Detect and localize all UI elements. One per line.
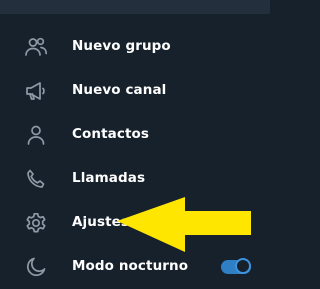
contact-icon: [22, 124, 50, 146]
menu-item-contacts[interactable]: Contactos: [0, 113, 270, 157]
menu-item-label: Contactos: [72, 126, 150, 142]
header-strip: [0, 0, 270, 14]
moon-icon: [22, 256, 50, 278]
megaphone-icon: [22, 80, 50, 102]
annotation-arrow-icon: [117, 197, 251, 252]
menu-item-label: Nuevo canal: [72, 82, 167, 98]
menu-item-label: Llamadas: [72, 170, 146, 186]
phone-icon: [22, 168, 50, 190]
group-icon: [22, 36, 50, 58]
menu-item-calls[interactable]: Llamadas: [0, 157, 270, 201]
toggle-knob: [235, 258, 251, 274]
gear-icon: [22, 212, 50, 234]
menu-item-label: Modo nocturno: [72, 258, 189, 274]
menu-item-new-channel[interactable]: Nuevo canal: [0, 69, 270, 113]
menu-item-label: Nuevo grupo: [72, 38, 171, 54]
menu-item-new-group[interactable]: Nuevo grupo: [0, 25, 270, 69]
night-mode-toggle[interactable]: [221, 258, 251, 274]
